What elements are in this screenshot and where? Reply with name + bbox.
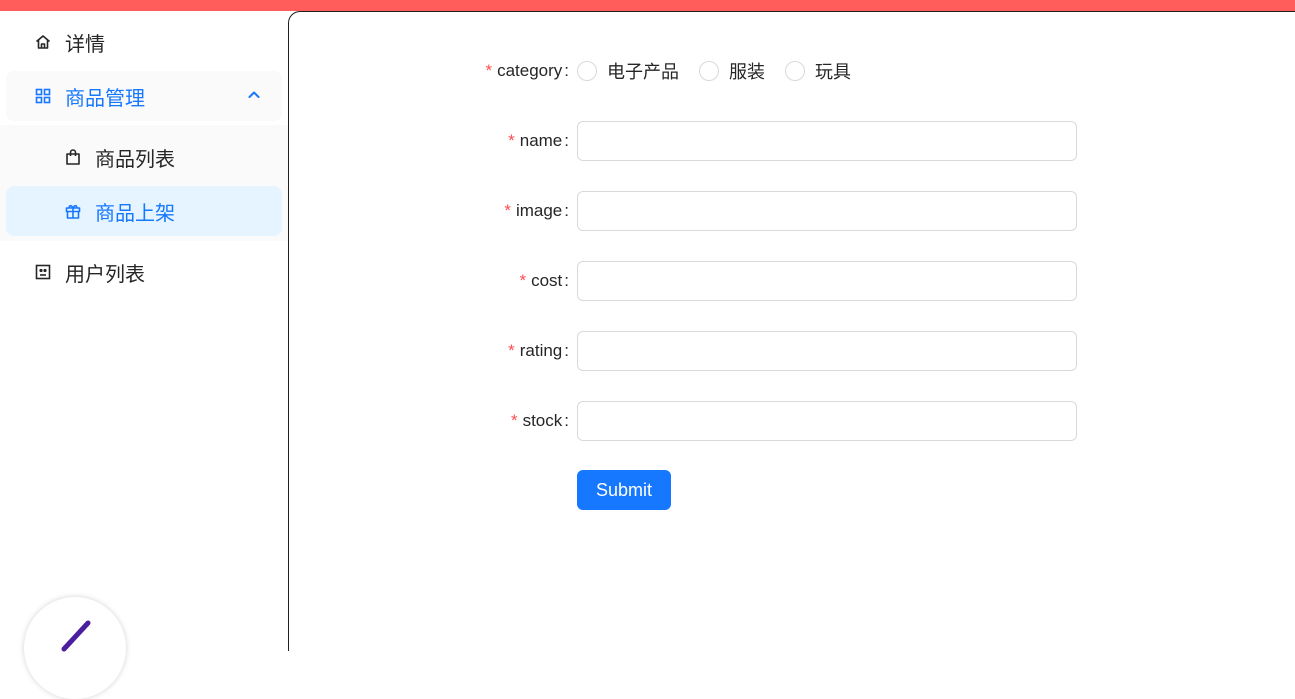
required-marker: * bbox=[508, 131, 515, 150]
field-label-text: rating bbox=[519, 341, 563, 360]
radio-option-clothing[interactable]: 服装 bbox=[699, 58, 765, 84]
form-row-name: * name : bbox=[289, 121, 1295, 161]
sidebar-item-goods-list[interactable]: 商品列表 bbox=[6, 132, 282, 182]
sidebar-item-label: 商品上架 bbox=[95, 202, 175, 225]
sidebar-item-goods-management[interactable]: 商品管理 bbox=[6, 71, 282, 121]
rating-label: * rating : bbox=[508, 341, 569, 360]
required-marker: * bbox=[519, 271, 527, 290]
name-input[interactable] bbox=[577, 121, 1077, 161]
user-card-icon bbox=[34, 263, 52, 281]
field-label-text: cost bbox=[531, 271, 563, 290]
cost-label: * cost : bbox=[519, 271, 569, 290]
required-marker: * bbox=[510, 411, 518, 430]
field-label-text: name bbox=[519, 131, 563, 150]
sidebar-item-label: 详情 bbox=[65, 33, 105, 56]
floating-action-button[interactable] bbox=[24, 597, 126, 699]
main-content: * category : 电子产品 服装 玩具 * name: * image… bbox=[288, 11, 1295, 651]
form-row-cost: * cost : bbox=[289, 261, 1295, 301]
radio-option-electronics[interactable]: 电子产品 bbox=[577, 58, 679, 84]
shopping-bag-icon bbox=[64, 148, 82, 166]
chevron-up-icon bbox=[248, 91, 260, 98]
image-input[interactable] bbox=[577, 191, 1077, 231]
rating-input[interactable] bbox=[577, 331, 1077, 371]
radio-circle[interactable] bbox=[785, 61, 805, 81]
category-radio-group: 电子产品 服装 玩具 bbox=[577, 51, 871, 91]
sidebar-item-goods-launch[interactable]: 商品上架 bbox=[6, 186, 282, 236]
radio-option-toys[interactable]: 玩具 bbox=[785, 58, 851, 84]
top-accent-bar bbox=[0, 0, 1295, 11]
field-label-text: image bbox=[515, 201, 563, 220]
gift-icon bbox=[64, 202, 82, 220]
sidebar-item-label: 用户列表 bbox=[65, 263, 145, 286]
sidebar-item-user-list[interactable]: 用户列表 bbox=[6, 247, 282, 297]
name-label: * name : bbox=[508, 131, 569, 150]
radio-circle[interactable] bbox=[699, 61, 719, 81]
form-row-rating: * rating : bbox=[289, 331, 1295, 371]
sidebar-item-label: 商品列表 bbox=[95, 148, 175, 171]
field-label-text: stock bbox=[522, 411, 563, 430]
home-icon bbox=[34, 33, 52, 51]
grid-icon bbox=[34, 87, 52, 105]
required-marker: * bbox=[508, 341, 515, 360]
radio-circle[interactable] bbox=[577, 61, 597, 81]
form-row-stock: * stock : bbox=[289, 401, 1295, 441]
stock-input[interactable] bbox=[577, 401, 1077, 441]
cost-input[interactable] bbox=[577, 261, 1077, 301]
pen-icon bbox=[61, 620, 91, 652]
sidebar-item-detail[interactable]: 详情 bbox=[6, 17, 282, 67]
form-row-image: * image : bbox=[289, 191, 1295, 231]
category-label: * category : bbox=[485, 61, 569, 80]
required-marker: * bbox=[504, 201, 511, 220]
stock-label: * stock : bbox=[510, 411, 569, 430]
sidebar: 详情 商品管理 商品列表 商品上架 用户列表 bbox=[0, 11, 289, 699]
form-row-category: * category : 电子产品 服装 玩具 bbox=[289, 51, 1295, 91]
image-label: * image : bbox=[504, 201, 569, 220]
field-label-text: category bbox=[497, 61, 563, 80]
required-marker: * bbox=[485, 61, 493, 80]
sidebar-item-label: 商品管理 bbox=[65, 87, 145, 110]
submit-button[interactable]: Submit bbox=[577, 470, 671, 510]
